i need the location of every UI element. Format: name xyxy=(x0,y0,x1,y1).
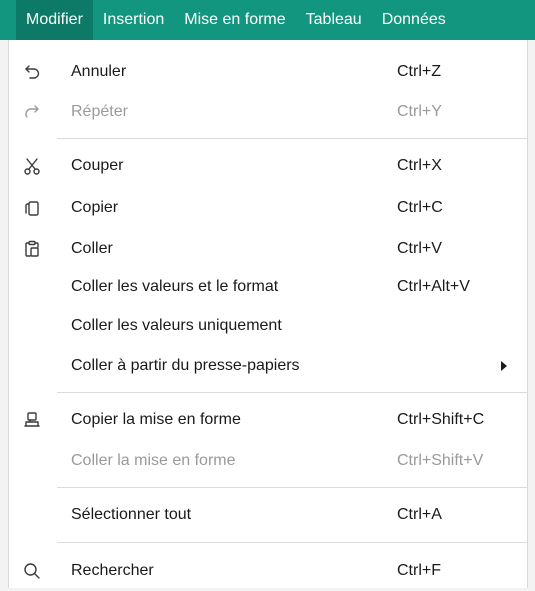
menu-separator xyxy=(57,392,527,393)
menu-item-shortcut: Ctrl+F xyxy=(397,562,441,579)
menu-item-label: Annuler xyxy=(71,63,127,80)
menu-separator xyxy=(57,138,527,139)
menu-item-search[interactable]: Rechercher Ctrl+F xyxy=(9,551,527,591)
menu-separator xyxy=(57,542,527,543)
menu-item-select-all[interactable]: Sélectionner tout Ctrl+A xyxy=(9,495,527,535)
menu-item-label: Copier la mise en forme xyxy=(71,411,241,428)
menu-item-copy[interactable]: Copier Ctrl+C xyxy=(9,188,527,228)
menubar-item-modifier[interactable]: Modifier xyxy=(16,0,93,40)
menu-item-label: Coller xyxy=(71,240,113,257)
menu-item-paste-values-format[interactable]: Coller les valeurs et le format Ctrl+Alt… xyxy=(9,267,527,307)
menu-item-shortcut: Ctrl+Shift+V xyxy=(397,452,484,469)
menu-item-label: Coller les valeurs et le format xyxy=(71,278,279,295)
menu-item-paste-values-only[interactable]: Coller les valeurs uniquement xyxy=(9,306,527,346)
menubar-item-insertion[interactable]: Insertion xyxy=(93,0,174,40)
menu-item-paste-from-clipboard[interactable]: Coller à partir du presse-papiers xyxy=(9,346,527,386)
scissors-icon xyxy=(22,156,42,176)
menu-item-label: Couper xyxy=(71,157,124,174)
menu-item-cut[interactable]: Couper Ctrl+X xyxy=(9,146,527,186)
menubar-item-mise-en-forme[interactable]: Mise en forme xyxy=(174,0,295,40)
menu-item-label: Copier xyxy=(71,199,119,216)
format-painter-icon xyxy=(22,410,42,430)
menu-item-redo[interactable]: Répéter Ctrl+Y xyxy=(9,92,527,132)
copy-icon xyxy=(22,198,42,218)
menu-item-shortcut: Ctrl+Z xyxy=(397,63,441,80)
menu-item-label: Rechercher xyxy=(71,562,154,579)
undo-icon xyxy=(22,62,42,82)
menu-item-undo[interactable]: Annuler Ctrl+Z xyxy=(9,52,527,92)
edit-dropdown-menu: Annuler Ctrl+Z Répéter Ctrl+Y Couper Ctr… xyxy=(8,40,528,588)
menubar-item-donnees[interactable]: Données xyxy=(372,0,456,40)
menu-separator xyxy=(57,487,527,488)
menu-item-label: Répéter xyxy=(71,103,128,120)
menu-item-label: Coller à partir du presse-papiers xyxy=(71,357,300,374)
menu-item-copy-format[interactable]: Copier la mise en forme Ctrl+Shift+C xyxy=(9,400,527,440)
menu-item-label: Coller les valeurs uniquement xyxy=(71,317,282,334)
search-icon xyxy=(22,561,42,581)
menu-item-shortcut: Ctrl+C xyxy=(397,199,443,216)
menu-item-shortcut: Ctrl+Alt+V xyxy=(397,278,470,295)
menu-item-label: Sélectionner tout xyxy=(71,506,192,523)
menubar-item-tableau[interactable]: Tableau xyxy=(296,0,372,40)
menu-item-shortcut: Ctrl+A xyxy=(397,506,442,523)
menu-item-shortcut: Ctrl+X xyxy=(397,157,442,174)
menu-item-paste-format[interactable]: Coller la mise en forme Ctrl+Shift+V xyxy=(9,441,527,481)
redo-icon xyxy=(22,102,42,122)
submenu-arrow-icon xyxy=(501,361,507,371)
menu-item-label: Coller la mise en forme xyxy=(71,452,236,469)
menu-item-shortcut: Ctrl+V xyxy=(397,240,442,257)
menu-bar: Modifier Insertion Mise en forme Tableau… xyxy=(0,0,535,40)
paste-icon xyxy=(22,239,42,259)
menu-item-shortcut: Ctrl+Shift+C xyxy=(397,411,485,428)
menu-item-shortcut: Ctrl+Y xyxy=(397,103,442,120)
menu-item-paste[interactable]: Coller Ctrl+V xyxy=(9,229,527,269)
